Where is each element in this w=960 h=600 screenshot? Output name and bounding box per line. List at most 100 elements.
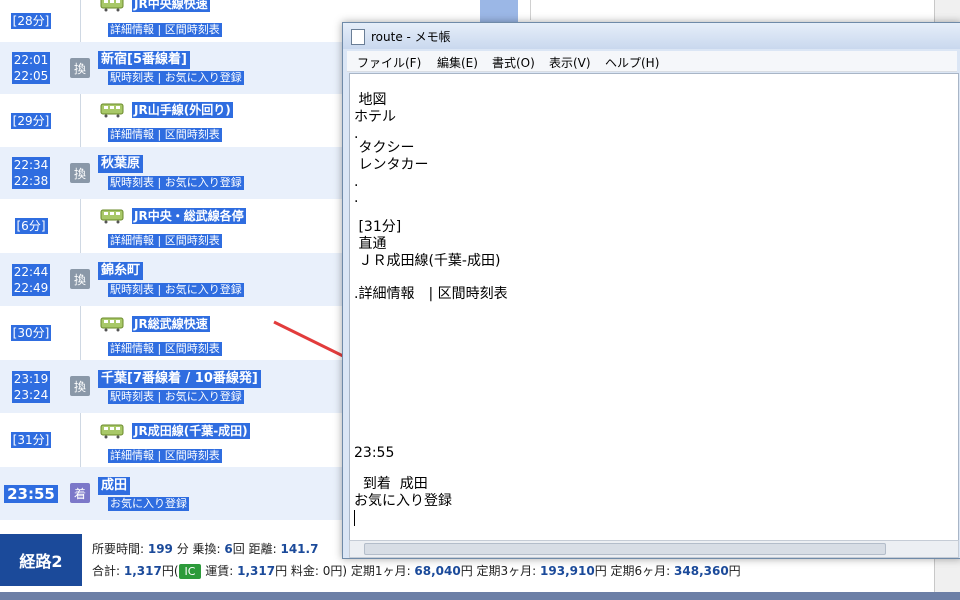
summary-fares: 合計: 1,317円(IC 運賃: 1,317円 料金: 0円) 定期1ヶ月: …: [92, 562, 741, 579]
train-icon: [100, 209, 124, 224]
duration-label: [28分]: [10, 13, 52, 29]
text-line: 到着 成田: [354, 476, 428, 492]
departure-time: 22:49: [11, 279, 51, 296]
train-icon: [100, 424, 124, 439]
arrival-time: 22:34: [11, 157, 51, 173]
total-value: 1,317: [123, 564, 162, 578]
screen: [28分] JR中央線快速 詳細情報 | 区間時刻表 22:01 22:05 換…: [0, 0, 960, 600]
station-links[interactable]: 駅時刻表 | お気に入り登録: [108, 390, 244, 404]
text-caret: [354, 510, 355, 526]
pass-6month: 348,360: [674, 564, 729, 578]
fare-value: 1,317: [237, 564, 276, 578]
segment-duration: [6分]: [0, 199, 62, 253]
station-name[interactable]: 新宿[5番線着]: [98, 51, 190, 69]
arrival-time: 22:44: [11, 263, 51, 280]
line-links[interactable]: 詳細情報 | 区間時刻表: [108, 128, 222, 142]
menu-help[interactable]: ヘルプ(H): [605, 54, 659, 71]
arrival-time: 23:19: [11, 370, 51, 387]
line-links[interactable]: 詳細情報 | 区間時刻表: [108, 234, 222, 248]
table-divider: [530, 0, 531, 20]
duration-label: [31分]: [10, 432, 52, 448]
arrival-time: 22:01: [11, 52, 51, 68]
line-name[interactable]: JR総武線快速: [132, 316, 210, 332]
total-unit: 円(: [161, 564, 179, 578]
line-name[interactable]: JR山手線(外回り): [132, 102, 233, 118]
route-line: [80, 94, 81, 147]
line-links[interactable]: 詳細情報 | 区間時刻表: [108, 449, 222, 463]
route-label[interactable]: 経路2: [0, 534, 82, 586]
menu-edit[interactable]: 編集(E): [437, 54, 478, 71]
line-name[interactable]: JR成田線(千葉-成田): [132, 423, 250, 439]
menu-format[interactable]: 書式(O): [492, 54, 535, 71]
notepad-window[interactable]: route - メモ帳 ファイル(F) 編集(E) 書式(O) 表示(V) ヘル…: [342, 22, 960, 559]
text-line: 23:55: [354, 445, 395, 461]
menu-view[interactable]: 表示(V): [549, 54, 591, 71]
summary-time-distance: 所要時間: 199 分 乗換: 6回 距離: 141.7: [92, 540, 318, 557]
station-links[interactable]: 駅時刻表 | お気に入り登録: [108, 176, 244, 190]
horizontal-scrollbar[interactable]: [349, 540, 959, 558]
duration-label: [6分]: [14, 218, 48, 234]
text-line: レンタカー: [354, 157, 429, 173]
station-times: 22:34 22:38: [0, 147, 62, 199]
fee-text: 0円) 定期1ヶ月:: [322, 564, 415, 578]
train-icon: [100, 0, 124, 12]
station-times: 23:19 23:24: [0, 360, 62, 413]
fare-label: 運賃:: [201, 564, 238, 578]
station-name[interactable]: 成田: [98, 477, 131, 495]
pass-3month: 193,910: [540, 564, 595, 578]
text-line: .: [354, 190, 359, 206]
scrollbar-thumb[interactable]: [364, 543, 886, 555]
route-line: [80, 306, 81, 360]
line-links[interactable]: 詳細情報 | 区間時刻表: [108, 342, 222, 356]
segment-duration: [31分]: [0, 413, 62, 467]
station-name[interactable]: 秋葉原: [98, 155, 144, 173]
transfer-value: 6: [224, 542, 233, 556]
text-line: ホテル: [354, 109, 396, 125]
station-links[interactable]: お気に入り登録: [108, 497, 189, 511]
departure-time: 23:24: [11, 386, 51, 403]
line-name[interactable]: JR中央・総武線各停: [132, 208, 246, 224]
text-line: タクシー: [354, 140, 415, 156]
station-name[interactable]: 千葉[7番線着 / 10番線発]: [98, 370, 261, 388]
pass-1month-unit: 円 定期3ヶ月:: [460, 564, 541, 578]
station-name[interactable]: 錦糸町: [98, 262, 144, 280]
station-links[interactable]: 駅時刻表 | お気に入り登録: [108, 283, 244, 297]
text-line: 直通: [354, 236, 387, 252]
line-name[interactable]: JR中央線快速: [132, 0, 210, 12]
arrival-time-box: 23:55: [0, 467, 62, 520]
segment-duration: [29分]: [0, 94, 62, 147]
text-line: .詳細情報 | 区間時刻表: [354, 286, 508, 302]
text-editor[interactable]: 地図 ホテル . タクシー レンタカー . . [31分] 直通 ＪＲ成田線(千…: [349, 73, 959, 542]
departure-time: 22:05: [11, 68, 51, 84]
transfer-badge: 換: [70, 163, 90, 183]
transfer-badge: 換: [70, 269, 90, 289]
text-line: [31分]: [354, 219, 402, 235]
window-title: route - メモ帳: [371, 30, 451, 44]
pass-3month-unit: 円 定期6ヶ月:: [594, 564, 675, 578]
transfer-unit: 回 距離:: [232, 542, 281, 556]
time-unit: 分 乗換:: [172, 542, 225, 556]
arrival-badge: 着: [70, 483, 90, 503]
table-header-strip: [0, 592, 960, 600]
duration-label: [29分]: [10, 112, 52, 129]
train-icon: [100, 103, 124, 118]
route-line: [80, 413, 81, 467]
menu-file[interactable]: ファイル(F): [357, 54, 421, 71]
duration-label: [30分]: [10, 325, 52, 341]
pass-1month: 68,040: [414, 564, 461, 578]
station-times: 22:44 22:49: [0, 253, 62, 306]
station-times: 22:01 22:05: [0, 42, 62, 94]
line-links[interactable]: 詳細情報 | 区間時刻表: [108, 23, 222, 37]
ic-badge: IC: [178, 564, 202, 579]
text-line: .: [354, 174, 359, 190]
route-line: [80, 0, 81, 42]
station-links[interactable]: 駅時刻表 | お気に入り登録: [108, 71, 244, 85]
fare-unit: 円 料金:: [275, 564, 323, 578]
text-line: 地図: [354, 92, 387, 108]
arrival-time: 23:55: [4, 484, 58, 503]
segment-duration: [30分]: [0, 306, 62, 360]
notepad-titlebar[interactable]: route - メモ帳: [343, 23, 960, 49]
menu-bar: ファイル(F) 編集(E) 書式(O) 表示(V) ヘルプ(H): [347, 51, 957, 72]
pass-6month-unit: 円: [728, 564, 741, 578]
route-line: [80, 199, 81, 253]
